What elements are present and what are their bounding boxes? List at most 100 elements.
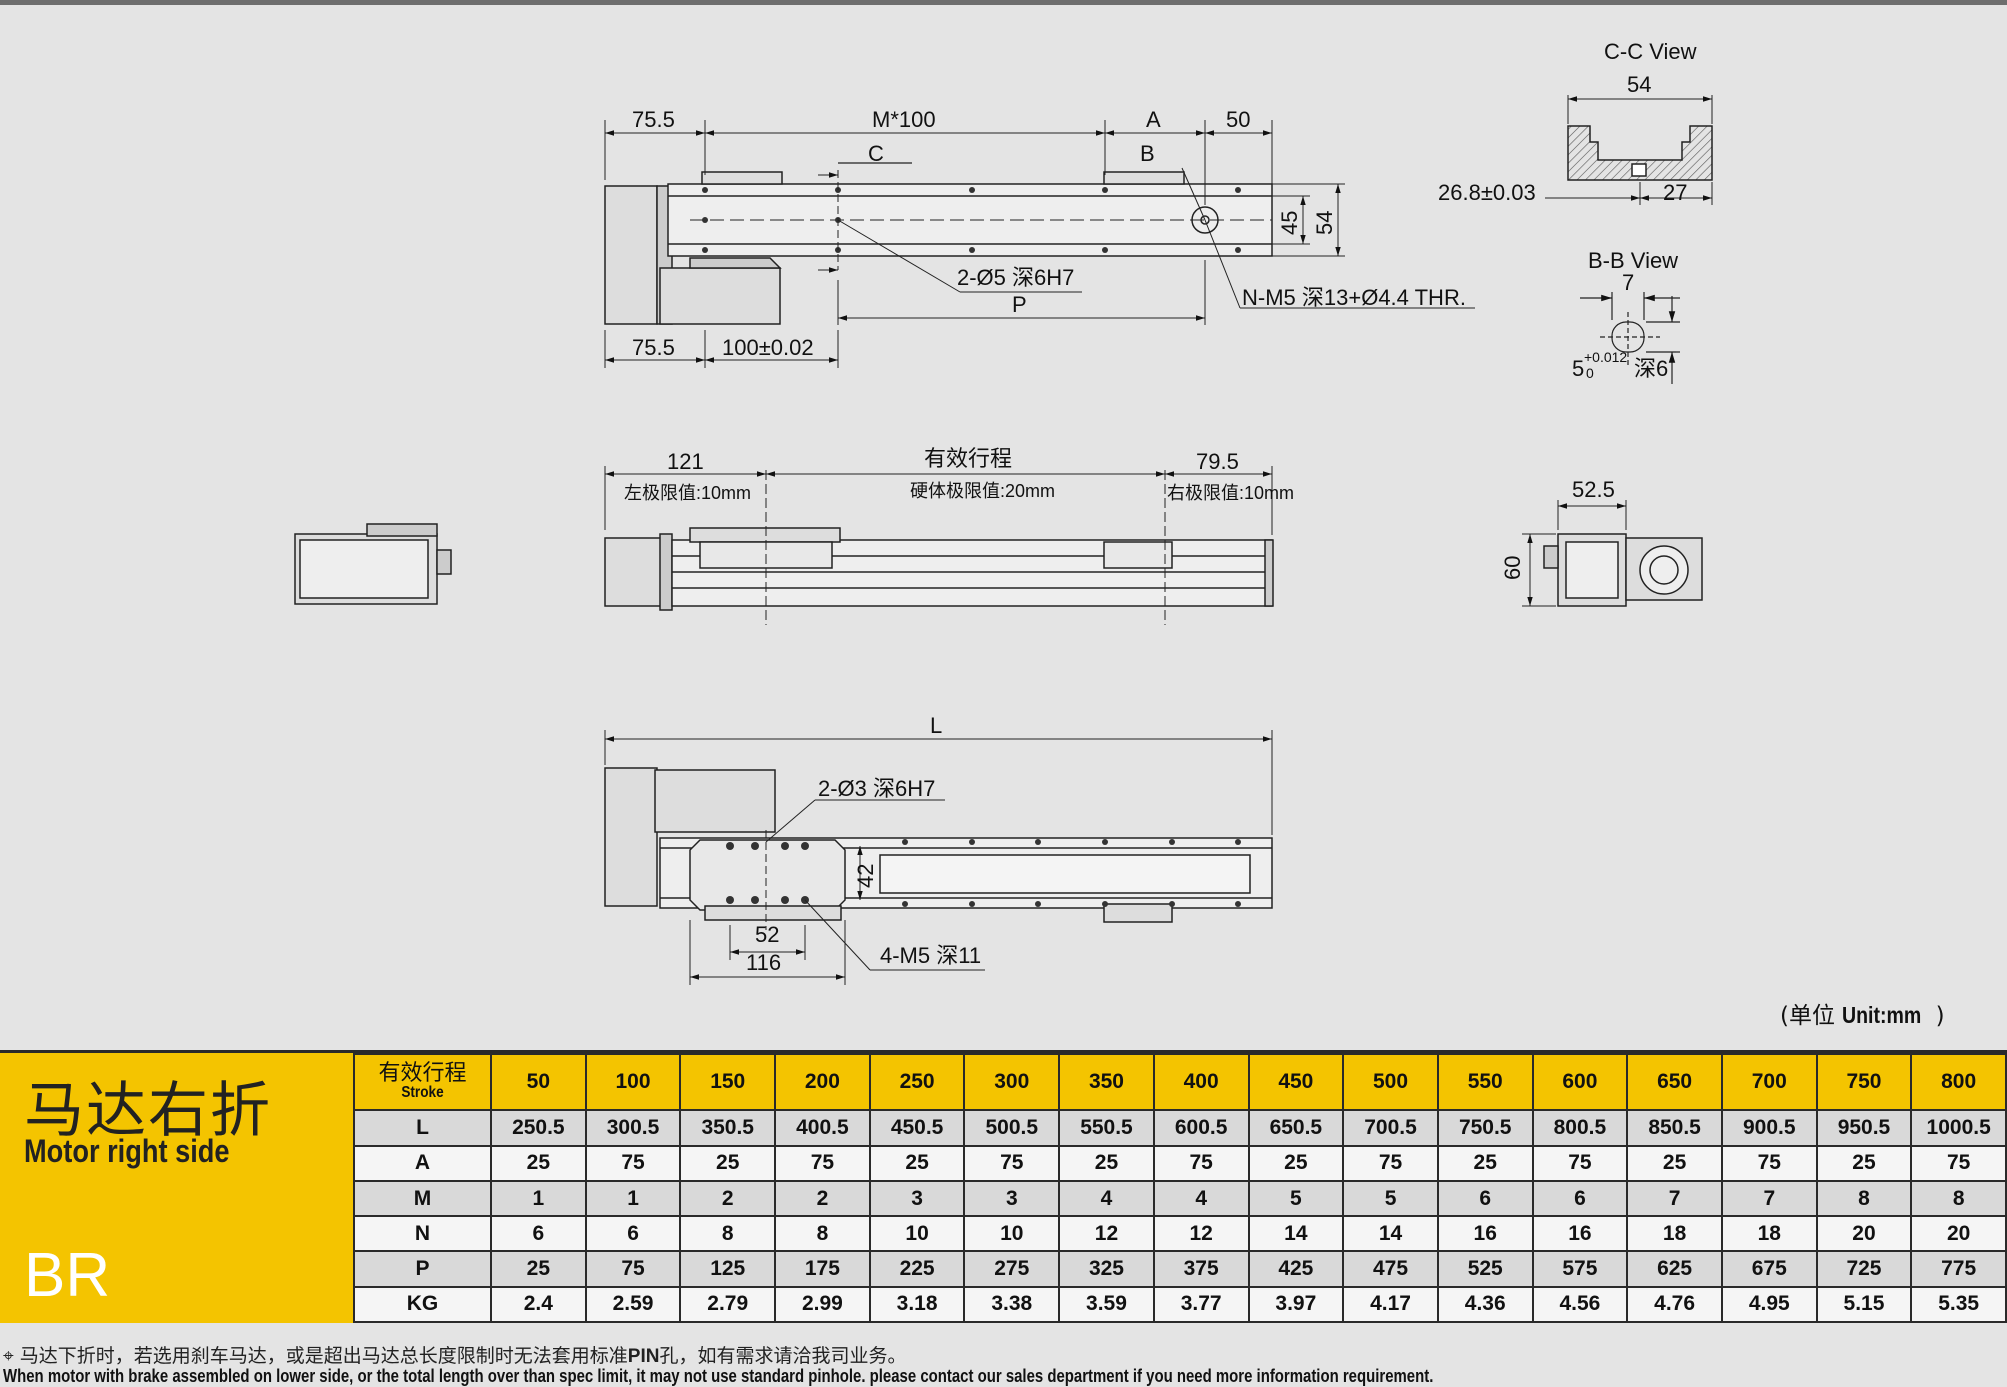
left-limit-label: 左极限值:10mm [624, 483, 751, 503]
bottom-dim-l: L [930, 713, 942, 738]
table-row: M1122334455667788 [353, 1179, 2007, 1218]
unit-en: Unit:mm [1842, 1002, 1922, 1028]
table-cell: 475 [1342, 1250, 1439, 1288]
dim-n-m5: N-M5 深13+Ø4.4 THR. [1242, 285, 1466, 310]
table-cell: 425 [1247, 1250, 1345, 1288]
table-cell: 3 [868, 1179, 966, 1218]
note-cn-b: 孔，如有需求请洽我司业务。 [659, 1345, 907, 1367]
stroke-cell: 800 [1910, 1052, 2007, 1112]
table-cell: 4.56 [1531, 1285, 1629, 1324]
table-cell: 2 [774, 1179, 871, 1218]
table-cell: 12 [1152, 1215, 1250, 1253]
table-cell: 10 [868, 1215, 966, 1253]
table-cell: 75 [584, 1144, 682, 1182]
table-cell: 16 [1436, 1215, 1534, 1253]
row-label: M [353, 1179, 492, 1218]
table-cell: 8 [774, 1215, 871, 1253]
table-cell: 75 [584, 1250, 682, 1288]
table-cell: 650.5 [1247, 1109, 1345, 1147]
note-cn: ⌖ 马达下折时，若选用刹车马达，或是超出马达总长度限制时无法套用标准PIN孔，如… [3, 1345, 907, 1367]
table-cell: 4 [1152, 1179, 1250, 1218]
stroke-cell: 550 [1436, 1052, 1534, 1112]
table-cell: 18 [1626, 1215, 1723, 1253]
table-row: KG 2.4 2.59 2.79 2.99 3.18 3.38 3.59 3.77 3.97 4.1… [353, 1285, 2007, 1324]
table-cell: 1 [584, 1179, 682, 1218]
table-cell: 500.5 [963, 1109, 1061, 1147]
stroke-header-label: 有效行程 Stroke [353, 1052, 492, 1112]
table-cell: 3.18 [868, 1285, 966, 1324]
table-cell: 125 [679, 1250, 777, 1288]
table-cell: 25 [490, 1250, 587, 1288]
dim-54: 54 [1312, 211, 1337, 235]
table-cell: 5.15 [1815, 1285, 1913, 1324]
stroke-cell: 750 [1815, 1052, 1913, 1112]
dim-50: 50 [1226, 107, 1250, 132]
table-cell: 25 [679, 1144, 777, 1182]
table-cell: 20 [1815, 1215, 1913, 1253]
spec-body: L 250.5 300.5 350.5 400.5 450.5 500.5 550.5 600.… [353, 1109, 2007, 1324]
bottom-dim-52: 52 [755, 922, 779, 947]
table-cell: 75 [1910, 1144, 2007, 1182]
table-cell: 14 [1342, 1215, 1439, 1253]
row-label: L [353, 1109, 492, 1147]
table-cell: 225 [868, 1250, 966, 1288]
table-cell: 2.59 [584, 1285, 682, 1324]
table-cell: 10 [963, 1215, 1061, 1253]
cc-view-title: C-C View [1604, 39, 1697, 64]
model-en-label: Motor right side [24, 1133, 230, 1169]
table-cell: 675 [1720, 1250, 1818, 1288]
table-cell: 6 [584, 1215, 682, 1253]
bb-tol-upper: +0.012 [1584, 349, 1627, 365]
table-cell: 3.59 [1058, 1285, 1155, 1324]
bottom-dim-2-d3: 2-Ø3 深6H7 [818, 776, 935, 801]
table-cell: 325 [1058, 1250, 1155, 1288]
side-dim-121: 121 [667, 449, 704, 474]
technical-drawing: 75.5 M*100 A 50 C B 45 54 2-Ø5 深6H7 P N-… [294, 39, 1713, 985]
bottom-dim-4-m5: 4-M5 深11 [880, 943, 981, 968]
side-dim-79-5: 79.5 [1196, 449, 1239, 474]
bb-dim-5: 5 [1572, 356, 1584, 381]
dim-m-100: M*100 [872, 107, 936, 132]
table-cell: 2.79 [679, 1285, 777, 1324]
stroke-cn: 有效行程 [378, 1061, 467, 1087]
stroke-cell: 250 [868, 1052, 966, 1112]
cc-dim-27: 27 [1663, 180, 1687, 205]
table-cell: 8 [679, 1215, 777, 1253]
stroke-cell: 450 [1247, 1052, 1345, 1112]
section-b-label: B [1140, 141, 1155, 166]
stroke-cell: 650 [1626, 1052, 1723, 1112]
stroke-cell: 50 [490, 1052, 587, 1112]
table-cell: 575 [1531, 1250, 1629, 1288]
table-row: P 25 75 125 175 225 275 325 375 425 475 525 575 625 67… [353, 1250, 2007, 1288]
table-cell: 375 [1152, 1250, 1250, 1288]
table-cell: 625 [1626, 1250, 1723, 1288]
table-cell: 75 [1531, 1144, 1629, 1182]
right-limit-label: 右极限值:10mm [1167, 483, 1294, 503]
bottom-dim-116: 116 [746, 950, 781, 975]
table-cell: 3.77 [1152, 1285, 1250, 1324]
table-cell: 950.5 [1815, 1109, 1913, 1147]
table-cell: 4 [1058, 1179, 1155, 1218]
table-cell: 775 [1910, 1250, 2007, 1288]
table-row: A 25 75 25 75 25 75 25 75 25 75 25 75 25 75 25 75 [353, 1144, 2007, 1182]
stroke-cell: 350 [1058, 1052, 1155, 1112]
table-cell: 16 [1531, 1215, 1629, 1253]
table-cell: 14 [1247, 1215, 1345, 1253]
end-dim-60: 60 [1500, 556, 1525, 580]
table-cell: 18 [1720, 1215, 1818, 1253]
side-effective-stroke: 有效行程 [924, 446, 1012, 471]
top-view [604, 120, 1475, 368]
dim-45: 45 [1277, 211, 1302, 235]
stroke-cell: 100 [584, 1052, 682, 1112]
dim-100-tol: 100±0.02 [722, 335, 814, 360]
table-cell: 700.5 [1342, 1109, 1439, 1147]
table-cell: 1 [490, 1179, 587, 1218]
table-cell: 3.38 [963, 1285, 1061, 1324]
table-cell: 3 [963, 1179, 1061, 1218]
table-cell: 750.5 [1436, 1109, 1534, 1147]
table-cell: 6 [1531, 1179, 1629, 1218]
stroke-cell: 700 [1720, 1052, 1818, 1112]
table-cell: 350.5 [679, 1109, 777, 1147]
table-cell: 25 [1247, 1144, 1345, 1182]
note-cn-a: 马达下折时，若选用刹车马达，或是超出马达总长度限制时无法套用标准 [19, 1345, 628, 1367]
